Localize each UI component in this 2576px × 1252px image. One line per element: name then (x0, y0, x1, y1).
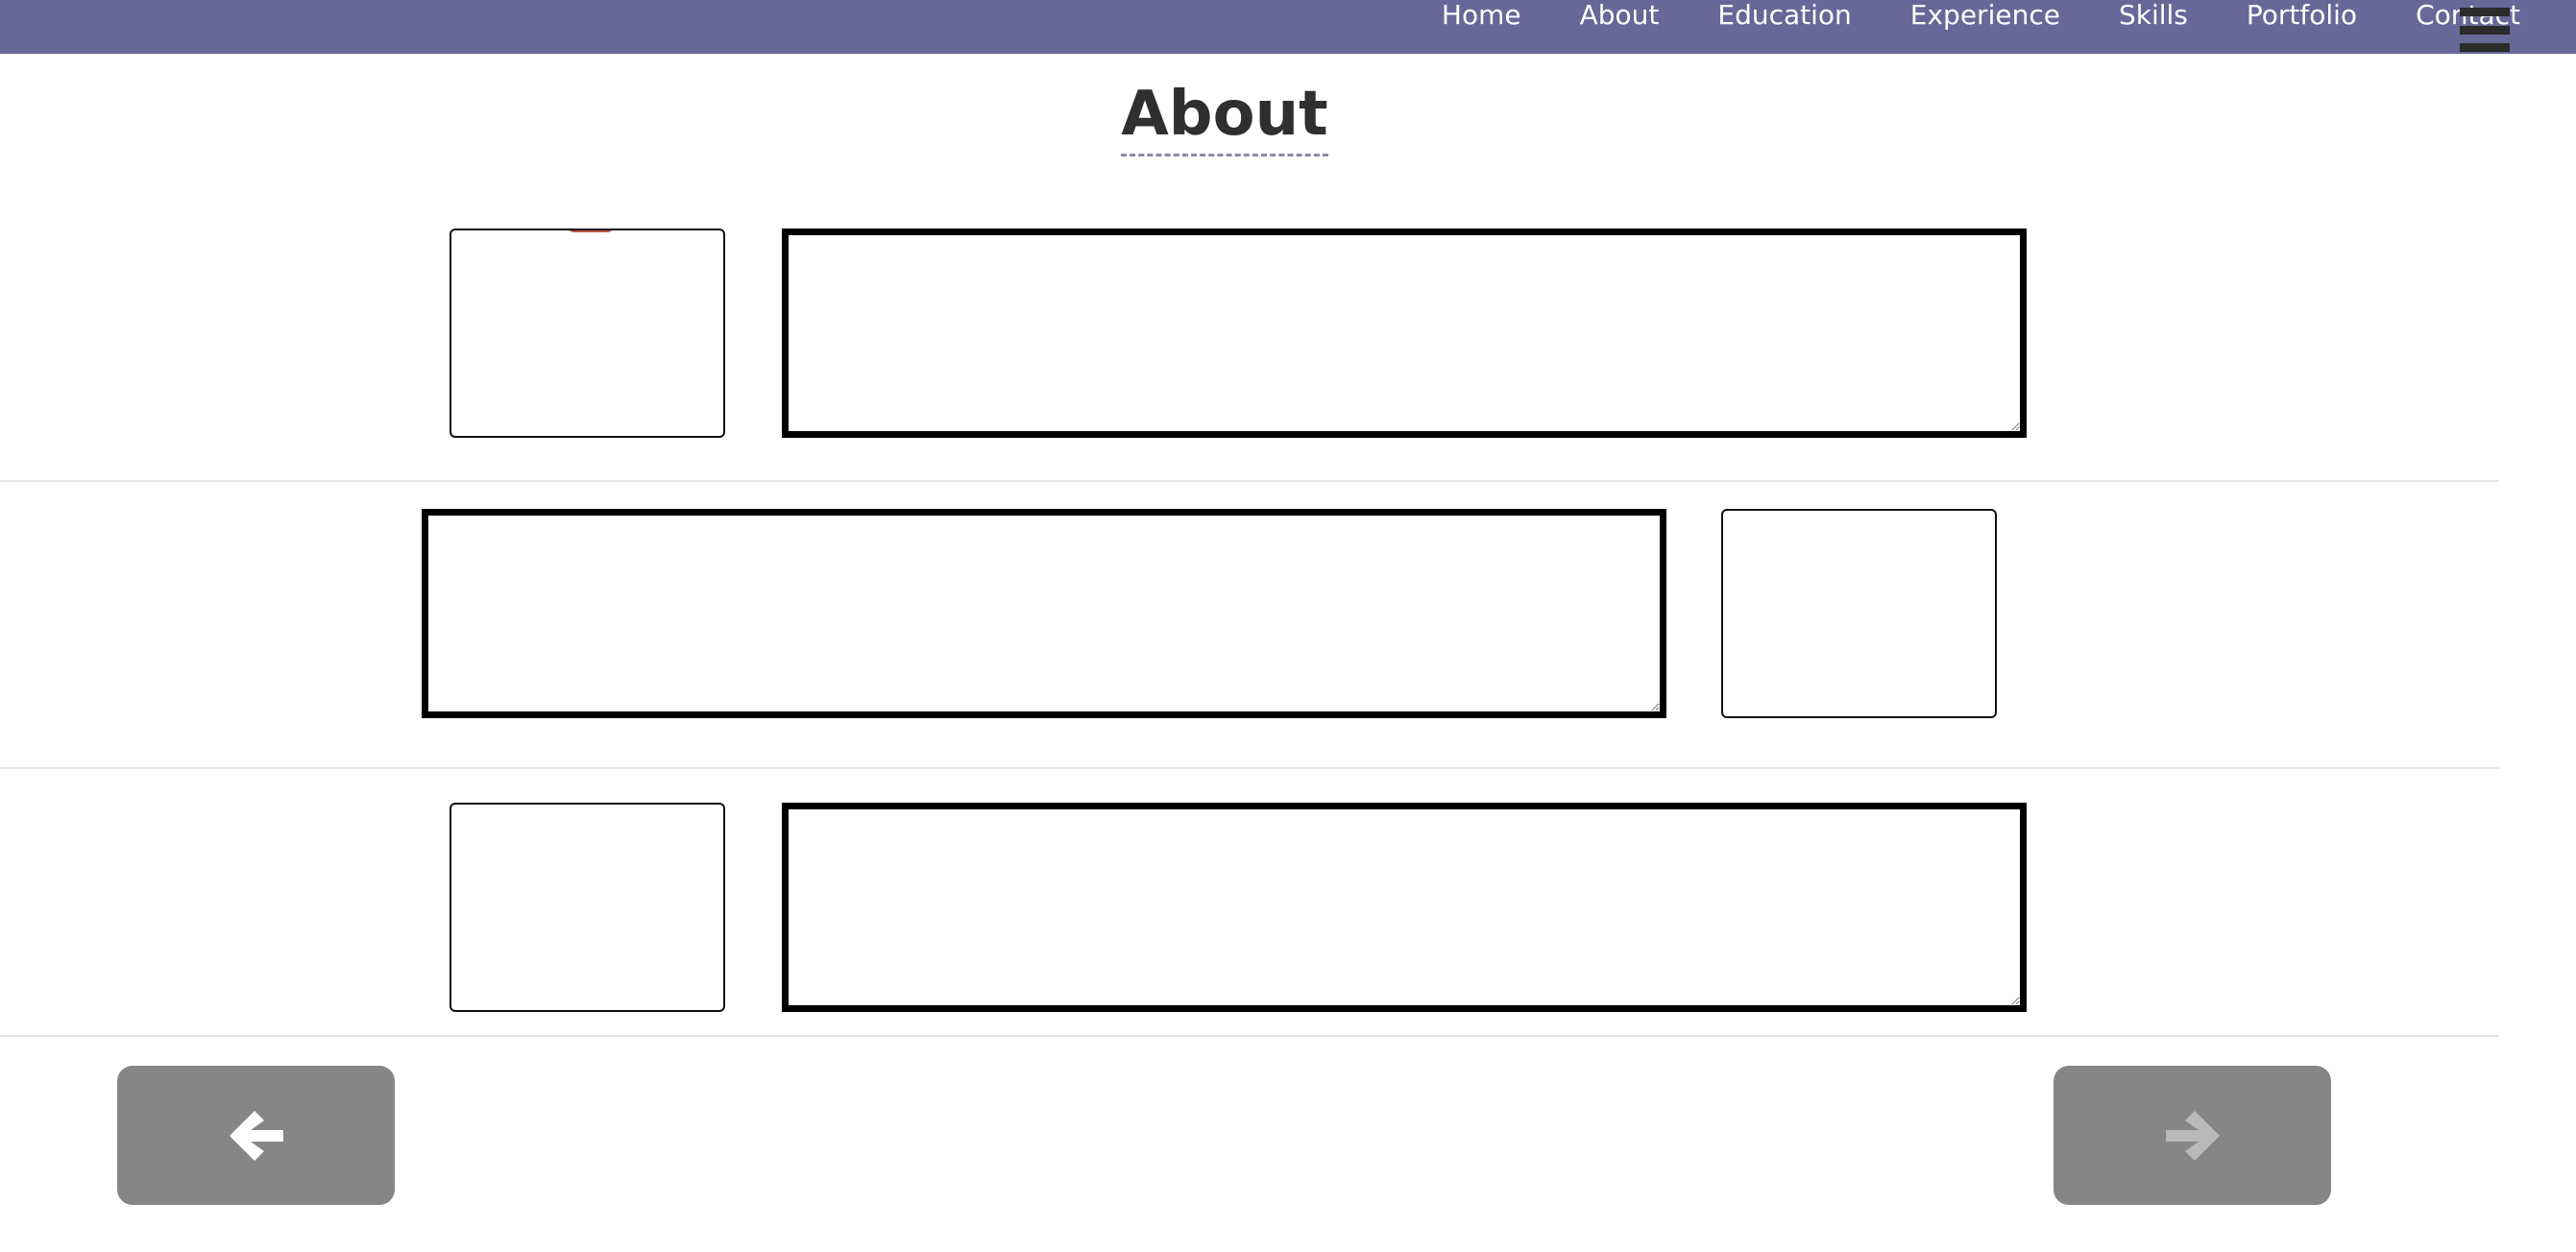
hamburger-bar (2460, 25, 2510, 35)
previous-page-button[interactable] (117, 1066, 395, 1205)
entry-photo (450, 229, 725, 438)
entry-text-area[interactable] (422, 509, 1666, 718)
hamburger-bar (2460, 43, 2510, 52)
nav-link-home[interactable]: Home (1442, 2, 1521, 29)
section-title: About (0, 79, 2449, 156)
arrow-left-icon (229, 1110, 283, 1161)
entry-photo (450, 803, 725, 1012)
hamburger-bar (2460, 8, 2510, 16)
next-page-button[interactable] (2054, 1066, 2331, 1205)
entry-divider (0, 1035, 2499, 1037)
nav-links: Home About Education Experience Skills P… (1383, 0, 2520, 31)
entry-text-area[interactable] (782, 229, 2027, 438)
top-navbar: Home About Education Experience Skills P… (0, 0, 2576, 54)
nav-link-portfolio[interactable]: Portfolio (2247, 2, 2357, 29)
entry-divider (0, 767, 2499, 769)
entry-photo (1721, 509, 1997, 718)
page: Home About Education Experience Skills P… (0, 0, 2576, 1252)
entry-divider (0, 480, 2499, 482)
entry-text-area[interactable] (782, 803, 2027, 1012)
arrow-right-icon (2165, 1110, 2220, 1161)
nav-link-about[interactable]: About (1580, 2, 1660, 29)
section-title-text: About (1121, 79, 1328, 156)
image-placeholder-icon (567, 230, 615, 232)
nav-link-education[interactable]: Education (1717, 2, 1851, 29)
nav-link-experience[interactable]: Experience (1910, 2, 2060, 29)
nav-link-skills[interactable]: Skills (2119, 2, 2188, 29)
hamburger-menu-icon[interactable] (2460, 8, 2510, 52)
